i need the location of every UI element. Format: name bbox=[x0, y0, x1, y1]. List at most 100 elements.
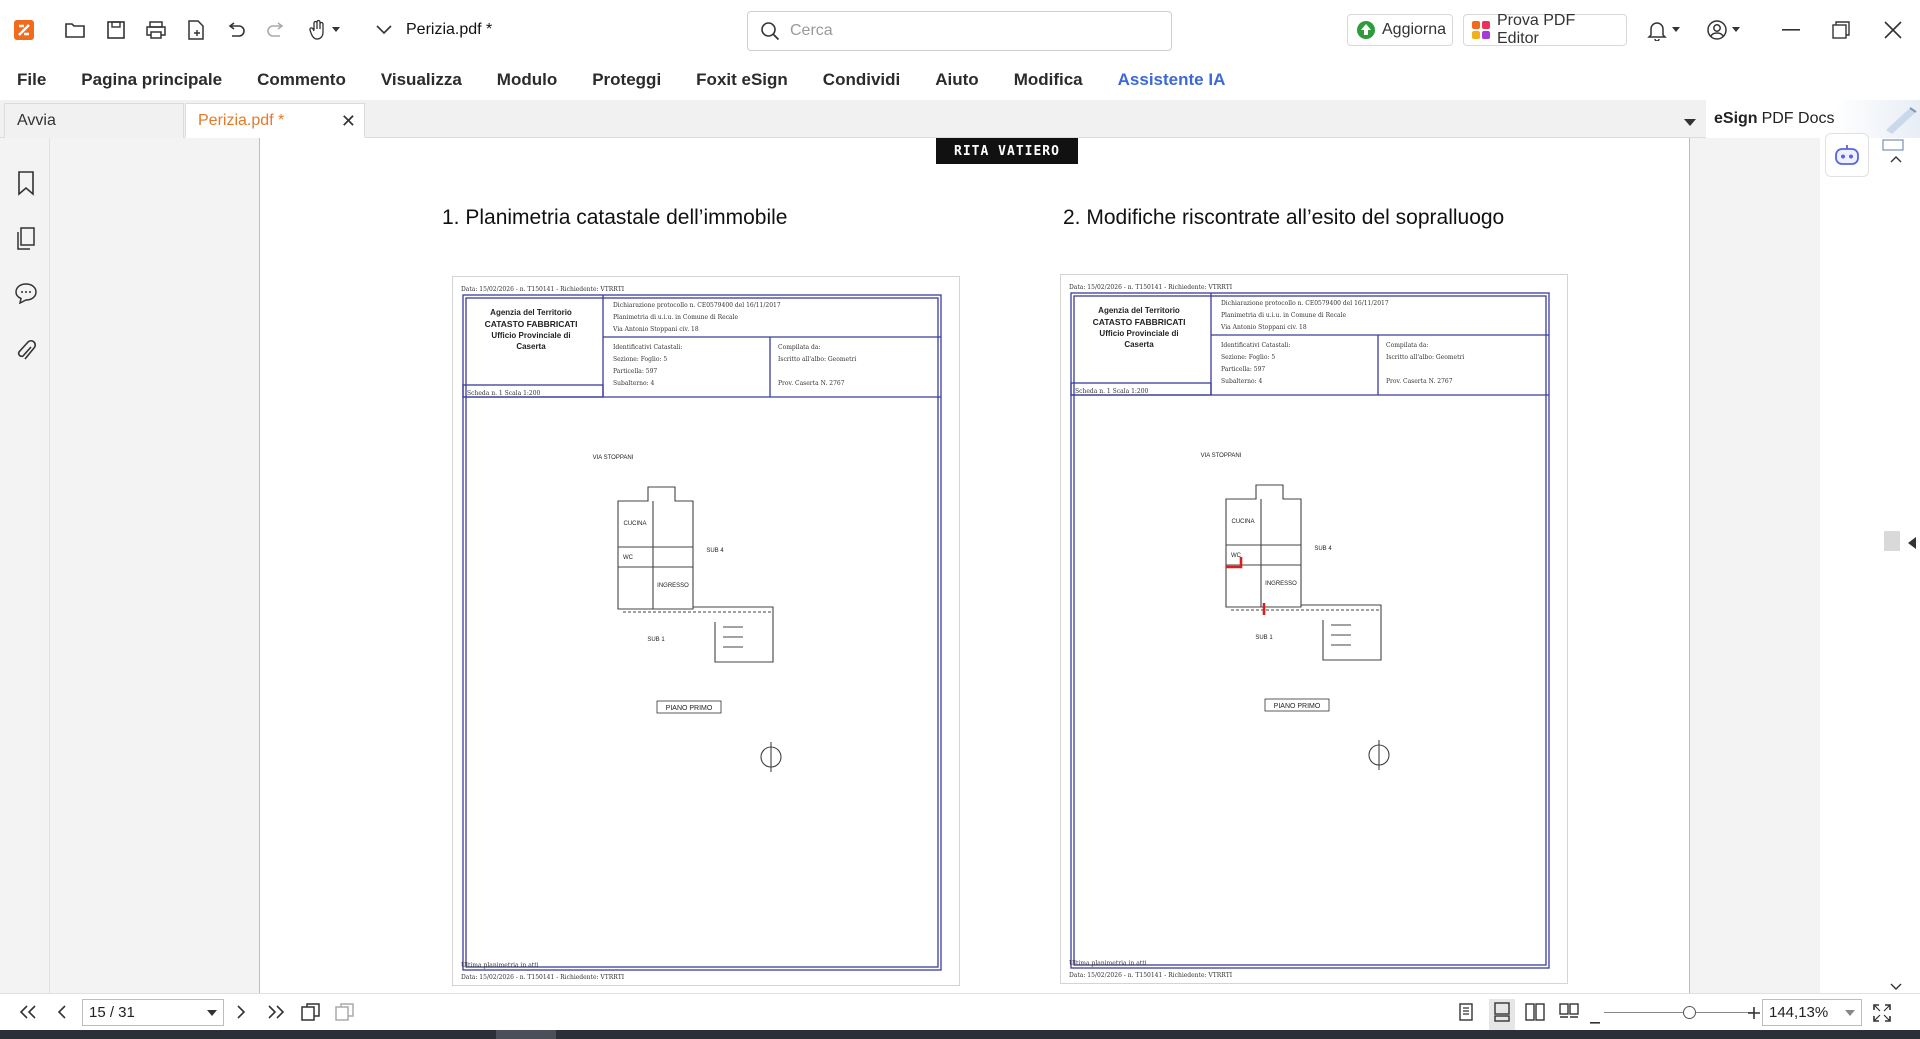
undo-icon[interactable] bbox=[223, 10, 249, 50]
svg-text:Sezione: Foglio: 5: Sezione: Foglio: 5 bbox=[613, 356, 667, 363]
menu-home[interactable]: Pagina principale bbox=[81, 70, 222, 90]
comments-icon[interactable] bbox=[13, 280, 39, 306]
attachment-icon[interactable] bbox=[13, 338, 39, 364]
page-number-field[interactable]: 15 / 31 bbox=[82, 999, 224, 1026]
pdf-editor-icon bbox=[1472, 21, 1490, 39]
open-folder-icon[interactable] bbox=[62, 10, 88, 50]
zoom-slider-thumb[interactable] bbox=[1683, 1006, 1696, 1019]
fullscreen-icon[interactable] bbox=[1872, 1003, 1892, 1028]
previous-page-icon[interactable] bbox=[56, 1004, 68, 1025]
title-bar: Perizia.pdf * Aggiorna Prova PDF Editor bbox=[0, 0, 1920, 60]
tab-start[interactable]: Avvia bbox=[4, 103, 184, 138]
tab-document-label: Perizia.pdf * bbox=[198, 111, 285, 129]
svg-text:Subalterno: 4: Subalterno: 4 bbox=[613, 380, 655, 387]
menu-help[interactable]: Aiuto bbox=[935, 70, 978, 90]
update-button[interactable]: Aggiorna bbox=[1347, 14, 1453, 46]
svg-text:Prov. Caserta N. 2767: Prov. Caserta N. 2767 bbox=[1386, 378, 1453, 385]
search-input[interactable] bbox=[790, 22, 1150, 40]
redo-icon[interactable] bbox=[263, 10, 289, 50]
status-bar: 15 / 31 144,13% bbox=[0, 993, 1920, 1030]
plan2-room-wc: WC bbox=[1231, 553, 1242, 559]
insert-page-icon[interactable] bbox=[334, 1002, 356, 1027]
esign-brand: eSign bbox=[1714, 110, 1758, 127]
facing-view-icon[interactable] bbox=[1525, 1003, 1545, 1026]
tab-bar: Avvia Perizia.pdf * ✕ bbox=[0, 100, 1920, 138]
window-title: Perizia.pdf * bbox=[406, 21, 493, 38]
app-logo-icon[interactable] bbox=[12, 10, 36, 50]
close-tab-icon[interactable]: ✕ bbox=[341, 111, 356, 132]
svg-text:Dichiarazione protocollo n. CE: Dichiarazione protocollo n. CE0579400 de… bbox=[1221, 300, 1389, 307]
menu-share[interactable]: Condividi bbox=[823, 70, 900, 90]
panel-toggle-icon[interactable] bbox=[1882, 138, 1904, 156]
single-page-view-icon[interactable] bbox=[1457, 1003, 1475, 1026]
continuous-view-icon[interactable] bbox=[1489, 999, 1515, 1030]
svg-text:Data: 15/02/2026 - n. T150141: Data: 15/02/2026 - n. T150141 - Richiede… bbox=[461, 974, 625, 981]
continuous-facing-view-icon[interactable] bbox=[1559, 1003, 1579, 1026]
svg-text:Dichiarazione protocollo n. CE: Dichiarazione protocollo n. CE0579400 de… bbox=[613, 302, 781, 309]
save-icon[interactable] bbox=[103, 10, 129, 50]
account-icon[interactable] bbox=[1700, 10, 1746, 50]
esign-banner[interactable]: eSign PDF Docs bbox=[1706, 100, 1920, 138]
collapse-right-panel-icon[interactable] bbox=[1908, 536, 1916, 554]
new-document-icon[interactable] bbox=[183, 10, 209, 50]
plan-floor: PIANO PRIMO bbox=[666, 705, 713, 712]
menu-foxit-esign[interactable]: Foxit eSign bbox=[696, 70, 788, 90]
document-margin-left bbox=[50, 138, 260, 993]
svg-text:Data: 15/02/2026 - n. T150141: Data: 15/02/2026 - n. T150141 - Richiede… bbox=[1069, 284, 1233, 291]
modification-marks bbox=[1226, 557, 1266, 615]
menu-file[interactable]: File bbox=[17, 70, 46, 90]
document-view[interactable]: RITA VATIERO 1. Planimetria catastale de… bbox=[260, 138, 1689, 993]
tab-list-dropdown-icon[interactable] bbox=[1684, 114, 1696, 132]
notifications-bell-icon[interactable] bbox=[1640, 10, 1686, 50]
svg-text:Via Antonio Stoppani ci: Via Antonio Stoppani civ. 18 bbox=[1220, 324, 1307, 331]
first-page-icon[interactable] bbox=[18, 1004, 38, 1025]
pages-thumbnail-icon[interactable] bbox=[13, 226, 39, 252]
zoom-in-icon[interactable] bbox=[1748, 1006, 1760, 1024]
menu-edit[interactable]: Modifica bbox=[1014, 70, 1083, 90]
ai-assistant-bot-icon[interactable] bbox=[1825, 133, 1869, 177]
last-page-icon[interactable] bbox=[266, 1004, 286, 1025]
svg-text:Particella: 597: Particella: 597 bbox=[613, 368, 657, 375]
bookmark-icon[interactable] bbox=[13, 170, 39, 196]
cadastral-plan-original: Data: 15/02/2026 - n. T150141 - Richiede… bbox=[452, 276, 960, 986]
svg-text:Compilata da:: Compilata da: bbox=[1386, 342, 1428, 349]
left-navigation-panel bbox=[0, 138, 61, 993]
minimize-icon[interactable] bbox=[1776, 10, 1806, 50]
zoom-level-field[interactable]: 144,13% bbox=[1762, 999, 1862, 1026]
zoom-dropdown-icon[interactable] bbox=[1845, 1010, 1855, 1016]
restore-window-icon[interactable] bbox=[1826, 10, 1856, 50]
svg-text:Ultima planimetria in atti: Ultima planimetria in atti bbox=[1069, 960, 1147, 967]
pen-illustration-icon bbox=[1886, 107, 1917, 134]
plan2-room-sub4: SUB 4 bbox=[1314, 546, 1332, 552]
menu-ai-assistant[interactable]: Assistente IA bbox=[1118, 70, 1226, 90]
svg-text:Ultima planimetria in atti: Ultima planimetria in atti bbox=[461, 962, 539, 969]
search-box[interactable] bbox=[747, 11, 1172, 51]
quick-access-dropdown-icon[interactable] bbox=[373, 10, 395, 50]
zoom-out-icon[interactable] bbox=[1590, 1011, 1600, 1029]
vertical-scrollbar[interactable] bbox=[1876, 138, 1920, 993]
menu-form[interactable]: Modulo bbox=[497, 70, 557, 90]
plan2-street: VIA STOPPANI bbox=[1201, 453, 1242, 459]
menu-view[interactable]: Visualizza bbox=[381, 70, 462, 90]
plan2-dept: CATASTO FABBRICATI bbox=[1093, 317, 1186, 327]
plan2-agency: Agenzia del Territorio bbox=[1098, 306, 1180, 315]
scroll-thumb[interactable] bbox=[1884, 531, 1900, 551]
menu-protect[interactable]: Proteggi bbox=[592, 70, 661, 90]
pdf-editor-label: Prova PDF Editor bbox=[1497, 12, 1576, 47]
menu-comment[interactable]: Commento bbox=[257, 70, 346, 90]
print-icon[interactable] bbox=[143, 10, 169, 50]
extract-page-icon[interactable] bbox=[300, 1002, 322, 1027]
page-dropdown-icon[interactable] bbox=[207, 1010, 217, 1016]
try-pdf-editor-button[interactable]: Prova PDF Editor bbox=[1463, 12, 1627, 47]
svg-text:Identificativi Catastali:: Identificativi Catastali: bbox=[1221, 342, 1291, 349]
taskbar-strip bbox=[0, 1030, 1920, 1039]
plan-room-sub4: SUB 4 bbox=[706, 548, 724, 554]
menu-bar: File Pagina principale Commento Visualiz… bbox=[0, 60, 1920, 100]
plan-agency: Agenzia del Territorio bbox=[490, 308, 572, 317]
close-window-icon[interactable] bbox=[1878, 10, 1908, 50]
tab-document[interactable]: Perizia.pdf * ✕ bbox=[185, 103, 365, 138]
next-page-icon[interactable] bbox=[235, 1004, 247, 1025]
zoom-slider[interactable] bbox=[1604, 1006, 1754, 1019]
hand-tool-icon[interactable] bbox=[303, 10, 343, 50]
plan-room-entrance: INGRESSO bbox=[657, 583, 689, 589]
